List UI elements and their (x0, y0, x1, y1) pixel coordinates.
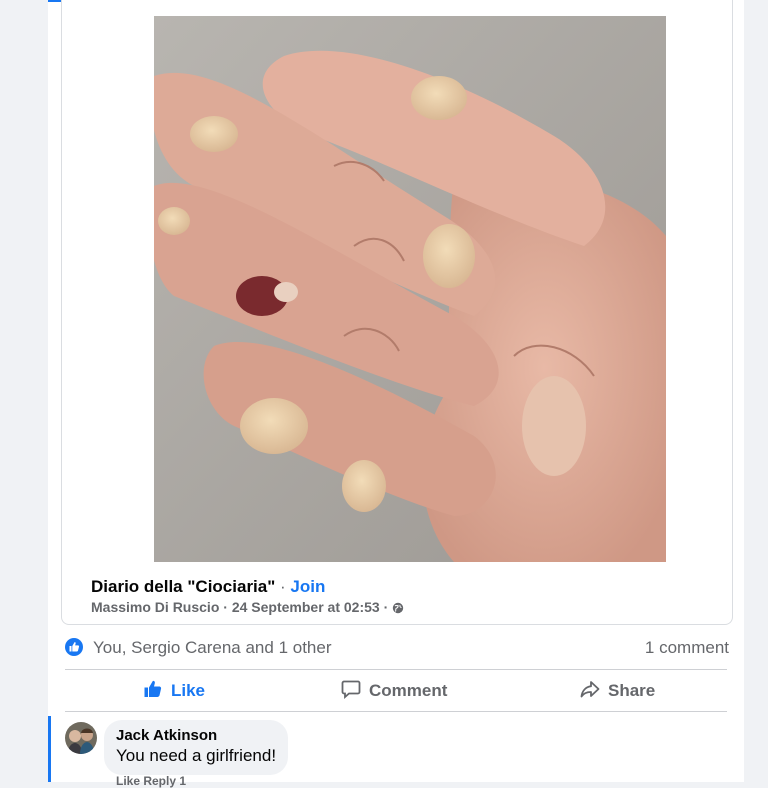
thumbs-up-icon (143, 679, 163, 704)
post-photo[interactable] (154, 16, 666, 562)
comments-count-link[interactable]: 1 comment (645, 638, 729, 658)
like-badge-icon[interactable] (65, 638, 83, 656)
reactions-bar: You, Sergio Carena and 1 other 1 comment (65, 636, 729, 660)
share-label: Share (608, 681, 656, 700)
comment-author-link[interactable]: Jack Atkinson (116, 727, 276, 745)
group-name-link[interactable]: Diario della "Ciociaria" (91, 577, 275, 596)
divider (65, 669, 727, 670)
comment-thread-indicator (48, 716, 51, 782)
comment-actions[interactable]: Like Reply 1 (116, 774, 186, 788)
divider (65, 711, 727, 712)
comment-label: Comment (369, 681, 448, 700)
feed-post-card: Diario della "Ciociaria" · Join Massimo … (48, 0, 744, 788)
join-button[interactable]: Join (290, 577, 325, 596)
like-button[interactable]: Like (143, 672, 205, 710)
hand-with-blisters-photo (154, 16, 666, 562)
post-action-bar: Like Comment Share (65, 672, 727, 710)
separator-dot: · (275, 577, 291, 596)
comment-bubble-icon (341, 679, 361, 704)
avatar[interactable] (65, 722, 97, 754)
group-line: Diario della "Ciociaria" · Join (91, 576, 404, 598)
post-timestamp-link[interactable]: 24 September at 02:53 (232, 599, 380, 615)
separator-dot: · (379, 599, 393, 615)
shared-post-meta: Diario della "Ciociaria" · Join Massimo … (91, 576, 404, 617)
post-info-line: Massimo Di Ruscio · 24 September at 02:5… (91, 599, 404, 617)
reactions-summary[interactable]: You, Sergio Carena and 1 other (93, 638, 332, 658)
share-arrow-icon (580, 679, 600, 704)
comment-button[interactable]: Comment (341, 672, 447, 710)
shared-post-attachment[interactable]: Diario della "Ciociaria" · Join Massimo … (61, 0, 733, 625)
comment-bubble: Jack Atkinson You need a girlfriend! (104, 720, 289, 775)
separator-dot: · (219, 599, 232, 615)
comment-text: You need a girlfriend! (116, 746, 277, 765)
share-button[interactable]: Share (580, 672, 655, 710)
globe-icon (392, 601, 404, 617)
post-author-link[interactable]: Massimo Di Ruscio (91, 599, 219, 615)
like-label: Like (171, 681, 206, 700)
